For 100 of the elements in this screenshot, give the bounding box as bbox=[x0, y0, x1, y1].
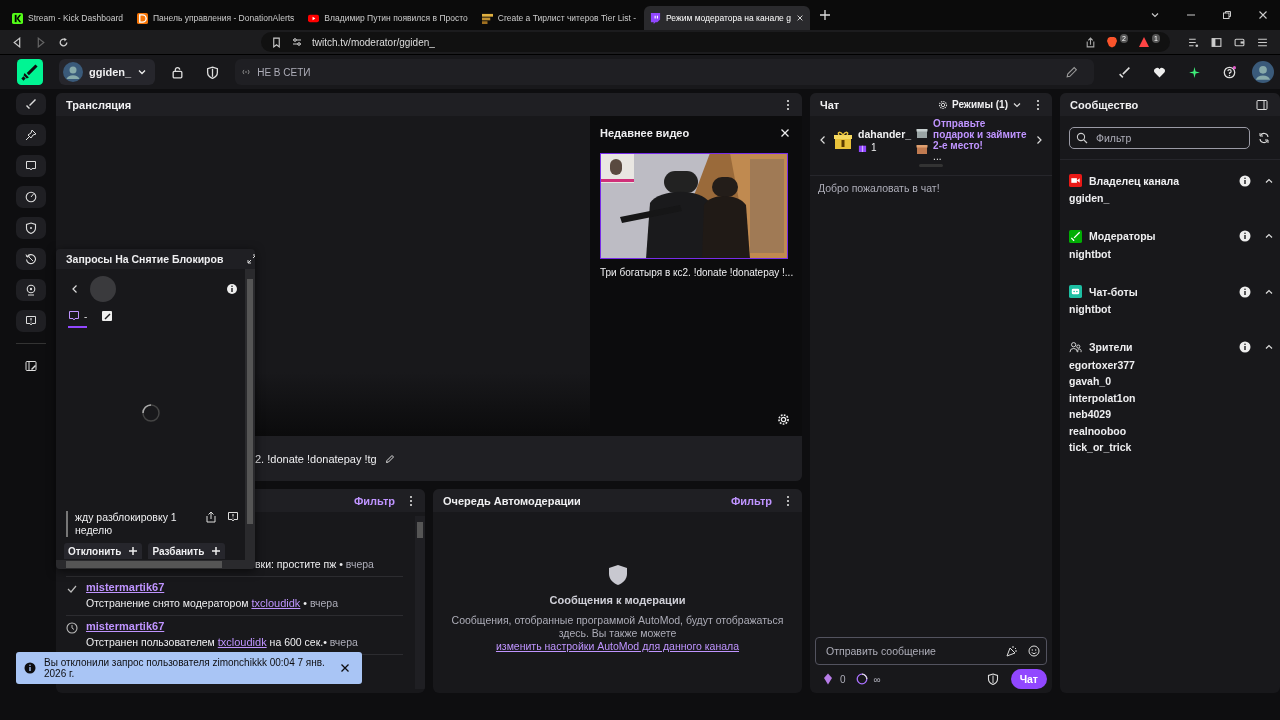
tool-button[interactable] bbox=[16, 279, 46, 301]
more-icon[interactable] bbox=[786, 494, 790, 507]
collapse-caret-icon[interactable] bbox=[1264, 231, 1274, 241]
points-icon[interactable] bbox=[855, 673, 868, 685]
user-name[interactable]: egortoxer377 bbox=[1069, 359, 1135, 370]
user-name[interactable]: ggiden_ bbox=[1069, 193, 1110, 204]
user-name[interactable]: tick_or_trick bbox=[1069, 442, 1132, 453]
emoji-icon[interactable] bbox=[1028, 645, 1040, 657]
pencil-icon[interactable] bbox=[384, 453, 395, 464]
action-text: Отстранение снято модератором txcloudidk • вчера bbox=[86, 597, 338, 609]
gem-icon[interactable] bbox=[822, 673, 834, 685]
close-icon[interactable] bbox=[340, 663, 350, 673]
filter-button[interactable]: Фильтр bbox=[353, 494, 395, 507]
chevron-down-icon[interactable] bbox=[1150, 10, 1160, 20]
tool-button[interactable] bbox=[16, 248, 46, 270]
site-settings-icon[interactable] bbox=[292, 37, 302, 47]
unban-button[interactable]: Разбанить bbox=[148, 543, 226, 559]
username-link[interactable]: mistermartik67 bbox=[86, 581, 165, 593]
more-icon[interactable] bbox=[409, 494, 413, 507]
help-icon[interactable] bbox=[1223, 65, 1236, 79]
user-name[interactable]: neb4029 bbox=[1069, 409, 1112, 420]
message-input[interactable]: Отправить сообщение bbox=[824, 644, 996, 658]
tool-button[interactable] bbox=[16, 124, 46, 146]
collapse-caret-icon[interactable] bbox=[1264, 342, 1274, 352]
chevron-right-icon[interactable] bbox=[1034, 135, 1044, 145]
leader-name[interactable]: dahander_ bbox=[858, 127, 912, 140]
plus-icon bbox=[128, 546, 139, 556]
user-name[interactable]: gavah_0 bbox=[1069, 376, 1112, 387]
shield-icon[interactable] bbox=[986, 673, 999, 685]
toast-message: Вы отклонили запрос пользователя zimonchikkk 00:04 7 янв. 2026 г. bbox=[44, 657, 326, 679]
more-icon[interactable] bbox=[786, 98, 790, 111]
bookmark-icon[interactable] bbox=[271, 36, 282, 48]
expand-icon[interactable] bbox=[247, 254, 255, 264]
browser-tab[interactable]: Панель управления - DonationAlerts bbox=[130, 6, 301, 30]
info-icon[interactable] bbox=[1239, 341, 1251, 353]
send-button[interactable]: Чат bbox=[1010, 669, 1047, 689]
avatar-icon[interactable] bbox=[1252, 61, 1274, 83]
browser-tab[interactable]: Create a Тирлист читеров Tier List - bbox=[475, 6, 643, 30]
sword-icon bbox=[1069, 229, 1082, 243]
sword-icon[interactable] bbox=[1118, 65, 1131, 79]
user-name[interactable]: nightbot bbox=[1069, 248, 1111, 259]
tool-button[interactable] bbox=[16, 310, 46, 332]
restore-icon[interactable] bbox=[1222, 10, 1232, 20]
wallet-icon[interactable] bbox=[1234, 36, 1245, 48]
browser-tab[interactable]: Stream - Kick Dashboard bbox=[6, 6, 129, 30]
tool-button[interactable] bbox=[16, 186, 46, 208]
moderator-link[interactable]: txcloudidk bbox=[251, 597, 301, 609]
user-name[interactable]: nightbot bbox=[1069, 304, 1111, 315]
new-tab-icon[interactable] bbox=[819, 10, 830, 20]
sparkle-icon[interactable] bbox=[1188, 65, 1201, 79]
popup-tab[interactable]: - bbox=[68, 310, 88, 328]
settings-link[interactable]: изменить настройки AutoMod для данного канала bbox=[495, 640, 739, 652]
info-icon[interactable] bbox=[1239, 174, 1251, 187]
scrollbar[interactable] bbox=[415, 516, 425, 689]
back-icon[interactable] bbox=[70, 284, 80, 294]
request-message: жду разблокировку 1 неделю bbox=[66, 511, 195, 537]
pencil-icon[interactable] bbox=[1065, 65, 1078, 79]
popup-title: Запросы На Снятие Блокиров bbox=[66, 253, 224, 265]
modes-button[interactable]: Режимы (1) bbox=[937, 99, 1022, 110]
tool-button[interactable] bbox=[16, 155, 46, 177]
gift-icon bbox=[916, 126, 929, 138]
user-name[interactable]: interpolat1on bbox=[1069, 392, 1136, 403]
browser-tab[interactable]: Режим модератора на канале g bbox=[644, 6, 810, 30]
sidebar-icon[interactable] bbox=[1211, 36, 1222, 48]
close-icon[interactable] bbox=[795, 14, 804, 22]
tool-button[interactable] bbox=[16, 217, 46, 239]
more-icon[interactable] bbox=[1036, 98, 1040, 111]
party-icon[interactable] bbox=[1006, 645, 1018, 657]
info-icon[interactable] bbox=[1239, 230, 1251, 242]
menu-icon[interactable] bbox=[1257, 36, 1268, 48]
scrollbar[interactable] bbox=[56, 560, 245, 569]
scrollbar[interactable] bbox=[245, 269, 255, 569]
playlist-icon[interactable] bbox=[1188, 36, 1199, 48]
chevron-left-icon[interactable] bbox=[818, 135, 828, 145]
deny-button[interactable]: Отклонить bbox=[64, 543, 143, 559]
browser-tab[interactable]: Владимир Путин появился в Просто bbox=[302, 6, 474, 30]
back-icon[interactable] bbox=[12, 36, 23, 48]
info-icon[interactable] bbox=[1239, 285, 1251, 298]
broadcast-icon bbox=[241, 67, 252, 77]
info-icon[interactable] bbox=[226, 283, 238, 295]
lock-icon[interactable] bbox=[171, 65, 185, 79]
shield-icon[interactable] bbox=[206, 65, 220, 79]
reload-icon[interactable] bbox=[58, 36, 69, 48]
collapse-panel-icon[interactable] bbox=[1256, 98, 1268, 111]
share-icon[interactable] bbox=[1085, 36, 1096, 48]
search-field[interactable]: Фильтр bbox=[1069, 127, 1250, 149]
settings-icon[interactable] bbox=[777, 413, 790, 426]
gift-promo-text[interactable]: Отправьте подарок и займите 2-е место! bbox=[933, 118, 1029, 151]
forward-icon[interactable] bbox=[35, 36, 46, 48]
filter-input[interactable]: Фильтр bbox=[1094, 131, 1243, 145]
refresh-icon[interactable] bbox=[1258, 132, 1270, 144]
moderator-link[interactable]: txcloudidk bbox=[217, 636, 267, 648]
user-name[interactable]: realnooboo bbox=[1069, 425, 1127, 436]
report-icon[interactable] bbox=[227, 511, 239, 523]
username-link[interactable]: mistermartik67 bbox=[86, 620, 165, 632]
sword-logo-icon[interactable] bbox=[17, 59, 43, 85]
heart-icon[interactable] bbox=[1153, 65, 1166, 79]
filter-button[interactable]: Фильтр bbox=[730, 494, 772, 507]
chat-input-box[interactable]: Отправить сообщение bbox=[815, 637, 1047, 665]
channel-button[interactable]: ggiden_ bbox=[59, 59, 156, 85]
